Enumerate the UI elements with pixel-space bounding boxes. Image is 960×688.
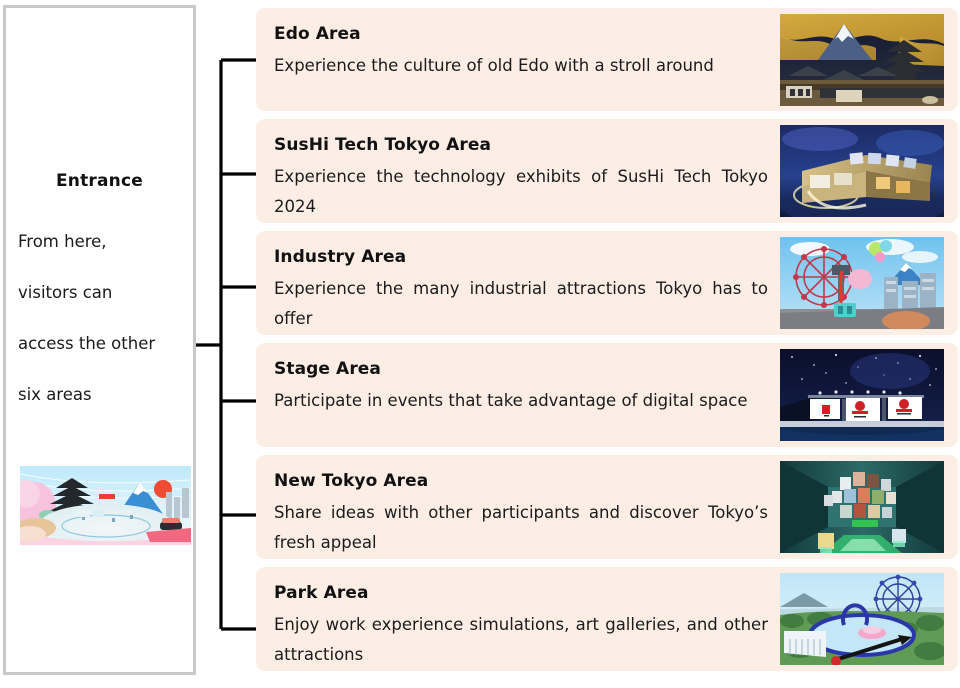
card-text: Stage Area Participate in events that ta… xyxy=(274,353,780,416)
entrance-thumbnail-image xyxy=(20,466,191,545)
card-title: Stage Area xyxy=(274,359,382,379)
card-title: Edo Area xyxy=(274,24,361,44)
card-text: SusHi Tech Tokyo Area Experience the tec… xyxy=(274,129,780,222)
card-title: New Tokyo Area xyxy=(274,471,429,491)
card-thumbnail-image xyxy=(780,125,944,217)
card-text: New Tokyo Area Share ideas with other pa… xyxy=(274,465,780,558)
card-thumbnail-image xyxy=(780,573,944,665)
entrance-panel: Entrance From here, visitors can access … xyxy=(3,5,196,675)
area-card-new-tokyo[interactable]: New Tokyo Area Share ideas with other pa… xyxy=(256,455,958,559)
card-description: Experience the culture of old Edo with a… xyxy=(274,56,714,75)
card-text: Park Area Enjoy work experience simulati… xyxy=(274,577,780,670)
area-card-stage[interactable]: Stage Area Participate in events that ta… xyxy=(256,343,958,447)
area-card-park[interactable]: Park Area Enjoy work experience simulati… xyxy=(256,567,958,671)
area-card-industry[interactable]: Industry Area Experience the many indust… xyxy=(256,231,958,335)
card-description: Experience the many industrial attractio… xyxy=(274,279,768,328)
area-card-edo[interactable]: Edo Area Experience the culture of old E… xyxy=(256,8,958,111)
card-title: SusHi Tech Tokyo Area xyxy=(274,135,492,155)
entrance-title: Entrance xyxy=(55,171,143,191)
card-thumbnail-park xyxy=(780,573,944,665)
area-card-sushi-tech[interactable]: SusHi Tech Tokyo Area Experience the tec… xyxy=(256,119,958,223)
card-thumbnail-image xyxy=(780,13,944,106)
card-title: Park Area xyxy=(274,583,369,603)
card-description: Enjoy work experience simulations, art g… xyxy=(274,615,768,664)
card-description: Participate in events that take advantag… xyxy=(274,391,748,410)
card-description: Experience the technology exhibits of Su… xyxy=(274,167,768,216)
card-description: Share ideas with other participants and … xyxy=(274,503,768,552)
card-thumbnail-sushi-tech xyxy=(780,125,944,217)
area-card-list: Edo Area Experience the culture of old E… xyxy=(256,8,958,679)
card-thumbnail-industry xyxy=(780,237,944,329)
entrance-description: From here, visitors can access the other… xyxy=(18,232,156,404)
card-thumbnail-edo xyxy=(780,13,944,106)
card-thumbnail-new-tokyo xyxy=(780,461,944,553)
entrance-thumbnail xyxy=(20,466,191,545)
card-text: Industry Area Experience the many indust… xyxy=(274,241,780,334)
card-title: Industry Area xyxy=(274,247,407,267)
card-thumbnail-image xyxy=(780,461,944,553)
card-thumbnail-image xyxy=(780,237,944,329)
card-text: Edo Area Experience the culture of old E… xyxy=(274,18,780,81)
card-thumbnail-image xyxy=(780,349,944,441)
card-thumbnail-stage xyxy=(780,349,944,441)
